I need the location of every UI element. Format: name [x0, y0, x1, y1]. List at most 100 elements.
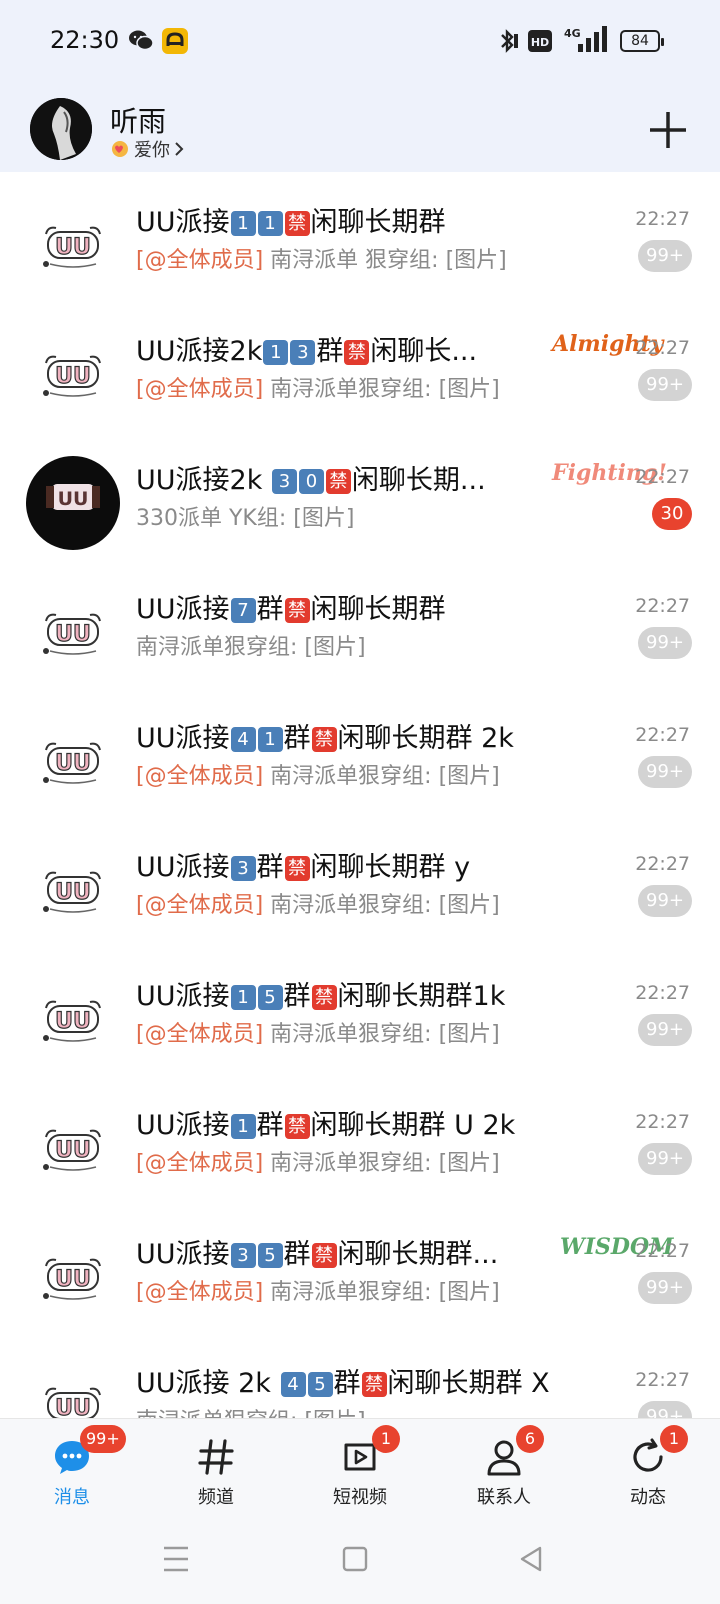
conversation-row[interactable]: UU UU派接2k 1 3 群禁闲聊长... [@全体成员] 南浔派单狠穿组: [图片] A… [0, 301, 720, 430]
title-prefix: UU派接 [136, 981, 230, 1012]
profile-avatar[interactable] [30, 98, 92, 160]
group-avatar[interactable]: UU [26, 1230, 120, 1324]
group-avatar[interactable]: UU [26, 714, 120, 808]
conversation-row[interactable]: UU UU派接 4 1 群禁闲聊长期群 2k [@全体成员] 南浔派单狠穿组: [图片] 2… [0, 688, 720, 817]
tab-label: 动态 [630, 1487, 666, 1508]
conversation-row[interactable]: UU UU派接 3 5 群禁闲聊长期群... [@全体成员] 南浔派单狠穿组: [图片] W… [0, 1204, 720, 1333]
unread-badge: 30 [652, 498, 692, 530]
tab-badge: 99+ [80, 1425, 126, 1453]
system-nav-bar [0, 1516, 720, 1604]
number-emoji: 3 [271, 469, 297, 494]
message-preview: [@全体成员] 南浔派单狠穿组: [图片] [136, 1274, 500, 1306]
group-avatar[interactable]: UU [26, 198, 120, 292]
title-suffix: 闲聊长期群1k [337, 981, 506, 1012]
conversation-title: UU派接2k 1 3 群禁闲聊长... [136, 329, 477, 368]
mention-all-tag: [@全体成员] [136, 764, 264, 789]
tab-moments[interactable]: 动态 1 [576, 1419, 720, 1517]
title-mid: 群 [256, 852, 284, 883]
message-time: 22:27 [635, 724, 690, 746]
username[interactable]: 听雨 [110, 100, 166, 140]
message-time: 22:27 [635, 1240, 690, 1262]
ban-emoji: 禁 [311, 985, 337, 1010]
conversation-row[interactable]: UU UU派接 7 群禁闲聊长期群 南浔派单狠穿组: [图片] 22:27 99+ [0, 559, 720, 688]
conversation-row[interactable]: UU UU派接 2k 45群禁闲聊长期群 X 南浔派单狠穿组: [图片] 22:27 9… [0, 1333, 720, 1418]
conversation-row[interactable]: UU UU派接 1 5 群禁闲聊长期群1k [@全体成员] 南浔派单狠穿组: [图片] 22… [0, 946, 720, 1075]
preview-text: 南浔派单狠穿组: [图片] [270, 893, 500, 918]
signature-text: 爱你 [134, 140, 170, 161]
conversation-list[interactable]: UU UU派接 1 1 禁闲聊长期群 [@全体成员] 南浔派单 狠穿组: [图片] 22:2… [0, 172, 720, 1418]
tab-channels[interactable]: 频道 [144, 1419, 288, 1517]
conversation-title: UU派接 1 5 群禁闲聊长期群1k [136, 974, 505, 1013]
message-time: 22:27 [635, 466, 690, 488]
add-icon[interactable] [648, 110, 688, 150]
clock: 22:30 [50, 26, 120, 54]
group-avatar[interactable]: UU [26, 327, 120, 421]
svg-text:UU: UU [55, 622, 91, 647]
preview-text: 南浔派单狠穿组: [图片] [270, 1022, 500, 1047]
tab-badge: 1 [372, 1425, 400, 1453]
ban-emoji: 禁 [284, 1114, 310, 1139]
conversation-row[interactable]: UU UU派接2k 3 0 禁闲聊长期... 330派单 YK组: [图片] Fighti… [0, 430, 720, 559]
tab-contacts[interactable]: 联系人 6 [432, 1419, 576, 1517]
title-prefix: UU派接 [136, 852, 230, 883]
preview-text: 南浔派单狠穿组: [图片] [270, 764, 500, 789]
preview-text: 330派单 YK组: [图片] [136, 506, 355, 531]
ban-emoji: 禁 [311, 727, 337, 752]
number-emoji: 1 [257, 211, 283, 236]
ban-emoji: 禁 [284, 211, 310, 236]
group-avatar[interactable]: UU [26, 843, 120, 937]
title-prefix: UU派接 [136, 1239, 230, 1270]
number-emoji: 1 [230, 1114, 256, 1139]
group-avatar[interactable]: UU [26, 585, 120, 679]
number-emoji: 1 [230, 211, 256, 236]
title-prefix: UU派接 [136, 594, 230, 625]
network-type: 4G [564, 27, 581, 40]
message-time: 22:27 [635, 337, 690, 359]
number-emoji: 5 [307, 1372, 333, 1397]
message-preview: 330派单 YK组: [图片] [136, 500, 354, 532]
message-time: 22:27 [635, 208, 690, 230]
title-suffix: 闲聊长期... [351, 465, 486, 496]
conversation-row[interactable]: UU UU派接 1 群禁闲聊长期群 U 2k [@全体成员] 南浔派单狠穿组: [图片]… [0, 1075, 720, 1204]
preview-text: 南浔派单 狠穿组: [图片] [270, 248, 507, 273]
menu-icon[interactable] [162, 1544, 190, 1574]
group-avatar[interactable]: UU [26, 1359, 120, 1418]
conversation-row[interactable]: UU UU派接 3 群禁闲聊长期群 y [@全体成员] 南浔派单狠穿组: [图片] 22:… [0, 817, 720, 946]
number-emoji: 1 [263, 340, 289, 365]
title-suffix: 闲聊长期群 2k [337, 723, 514, 754]
bottom-tab-bar: 消息 99+ 频道 短视频 1 联系人 6 动态 1 [0, 1418, 720, 1517]
message-preview: [@全体成员] 南浔派单狠穿组: [图片] [136, 1145, 500, 1177]
title-prefix: UU派接 [136, 1110, 230, 1141]
signal-icon: 4G [564, 26, 607, 52]
status-bar: 22:30 HD 4G 84 [0, 0, 720, 84]
title-prefix: UU派接2k [136, 465, 271, 496]
conversation-title: UU派接 2k 4 5 群禁闲聊长期群 X [136, 1361, 550, 1400]
svg-text:UU: UU [55, 235, 91, 260]
hd-icon: HD [528, 30, 552, 52]
tab-label: 联系人 [477, 1487, 531, 1508]
home-icon[interactable] [342, 1544, 368, 1574]
message-time: 22:27 [635, 595, 690, 617]
conversation-title: UU派接 7 群禁闲聊长期群 [136, 587, 446, 626]
signature-link[interactable]: 爱你 [110, 136, 184, 162]
title-suffix: 闲聊长... [370, 336, 478, 367]
mention-all-tag: [@全体成员] [136, 1022, 264, 1047]
number-emoji: 4 [230, 727, 256, 752]
group-avatar[interactable]: UU [26, 1101, 120, 1195]
number-emoji: 0 [298, 469, 324, 494]
conversation-title: UU派接 4 1 群禁闲聊长期群 2k [136, 716, 514, 755]
ban-emoji: 禁 [311, 1243, 337, 1268]
tab-messages[interactable]: 消息 99+ [0, 1419, 144, 1517]
tab-label: 频道 [198, 1487, 234, 1508]
svg-text:UU: UU [55, 1267, 91, 1292]
number-emoji: 3 [230, 856, 256, 881]
message-time: 22:27 [635, 853, 690, 875]
tab-label: 消息 [54, 1487, 90, 1508]
back-icon[interactable] [518, 1544, 544, 1574]
conversation-row[interactable]: UU UU派接 1 1 禁闲聊长期群 [@全体成员] 南浔派单 狠穿组: [图片] 22:2… [0, 172, 720, 301]
number-emoji: 4 [280, 1372, 306, 1397]
group-avatar[interactable]: UU [26, 456, 120, 550]
tab-short-video[interactable]: 短视频 1 [288, 1419, 432, 1517]
unread-badge: 99+ [638, 240, 692, 272]
group-avatar[interactable]: UU [26, 972, 120, 1066]
